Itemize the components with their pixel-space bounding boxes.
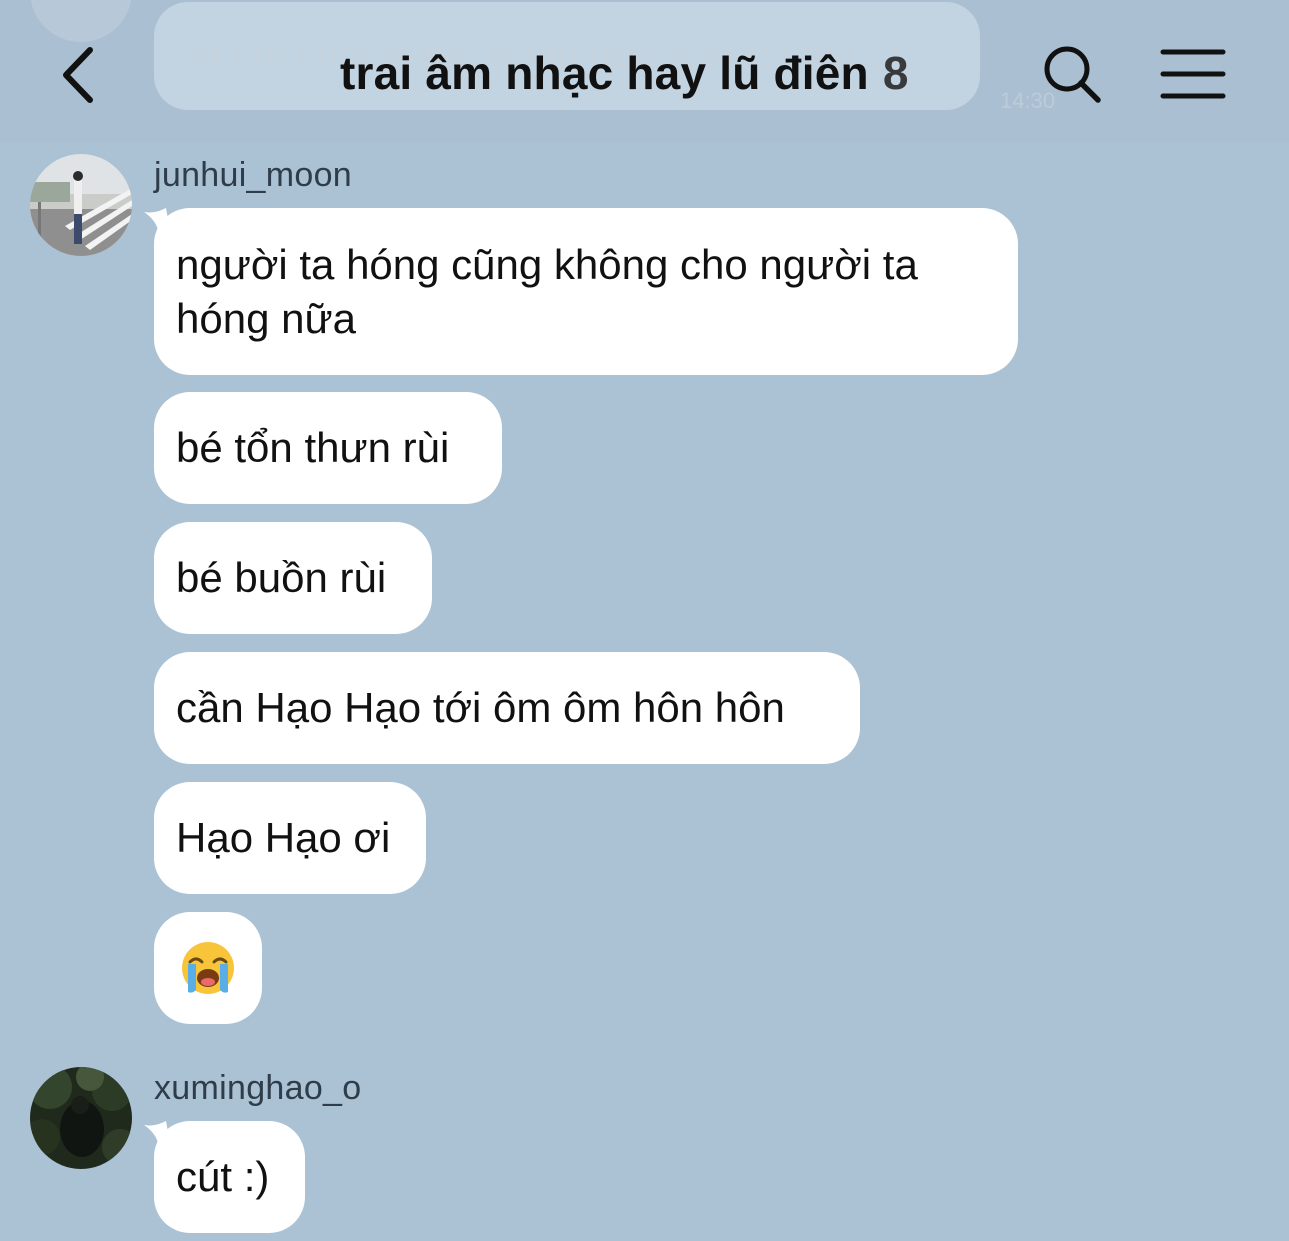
message-text: người ta hóng cũng không cho người ta hó… (176, 240, 918, 342)
message-bubble[interactable]: bé tổn thưn rùi (154, 392, 502, 504)
chat-header: đã nói không liên quan đến anh rồi mà 14… (0, 0, 1289, 142)
back-button[interactable] (54, 42, 106, 108)
message-text: cút :) (176, 1153, 270, 1200)
faded-avatar (30, 0, 132, 42)
member-count: 8 (882, 47, 909, 99)
message-text: Hạo Hạo ơi (176, 814, 391, 861)
message-bubble[interactable]: 😭 (154, 912, 262, 1024)
chat-name: trai âm nhạc hay lũ điên (340, 47, 869, 99)
message-bubble[interactable]: người ta hóng cũng không cho người ta hó… (154, 208, 1018, 375)
search-button[interactable] (1040, 42, 1106, 108)
menu-icon (1160, 49, 1226, 99)
search-icon (1044, 46, 1101, 103)
message-bubble[interactable]: cần Hạo Hạo tới ôm ôm hôn hôn (154, 652, 860, 764)
avatar-junhui-moon[interactable] (30, 154, 132, 256)
message-bubble[interactable]: cút :) (154, 1121, 305, 1233)
message-text: bé buồn rùi (176, 554, 387, 601)
menu-button[interactable] (1158, 46, 1230, 104)
sender-name: junhui_moon (154, 156, 353, 194)
loudly-crying-face-icon (182, 942, 234, 994)
chat-title: trai âm nhạc hay lũ điên 8 (340, 46, 909, 100)
avatar-xuminghao-o[interactable] (30, 1067, 132, 1169)
message-text: bé tổn thưn rùi (176, 424, 450, 471)
sender-name: xuminghao_o (154, 1069, 362, 1107)
message-bubble[interactable]: bé buồn rùi (154, 522, 432, 634)
message-text: cần Hạo Hạo tới ôm ôm hôn hôn (176, 684, 785, 731)
message-bubble[interactable]: Hạo Hạo ơi (154, 782, 426, 894)
back-icon (63, 47, 93, 103)
